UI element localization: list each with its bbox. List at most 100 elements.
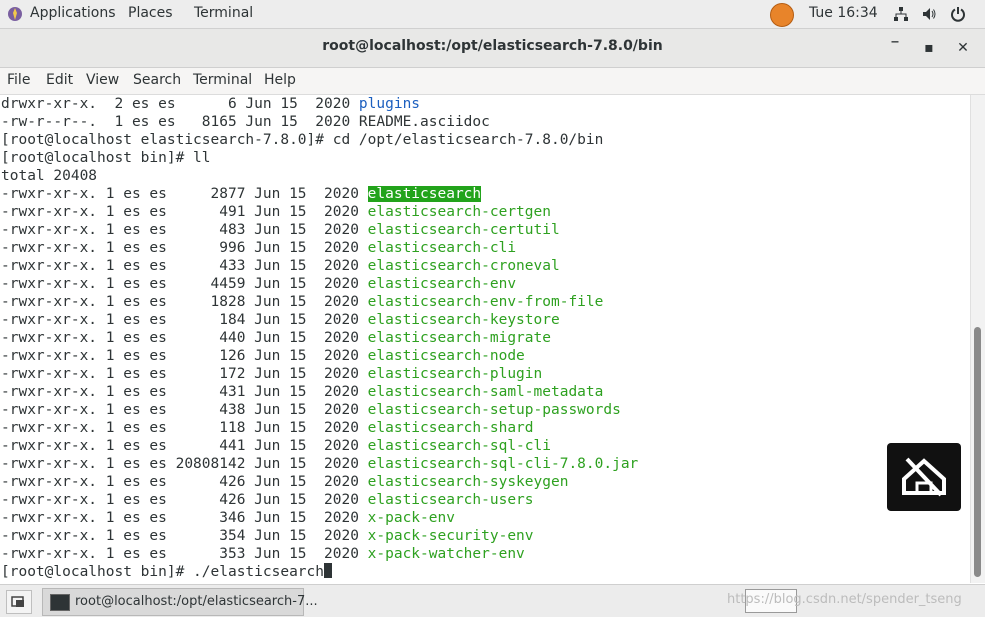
top-panel: Applications Places Terminal Tue 16:34 <box>0 0 985 29</box>
file-name: elasticsearch-migrate <box>367 330 551 346</box>
file-meta: -rwxr-xr-x. 1 es es 172 Jun 15 2020 <box>1 366 368 382</box>
file-row: -rwxr-xr-x. 1 es es 438 Jun 15 2020 elas… <box>1 401 621 419</box>
clock[interactable]: Tue 16:34 <box>809 5 878 21</box>
file-meta: -rwxr-xr-x. 1 es es 426 Jun 15 2020 <box>1 474 368 490</box>
file-meta: -rwxr-xr-x. 1 es es 431 Jun 15 2020 <box>1 384 368 400</box>
taskbar-window-item[interactable]: root@localhost:/opt/elasticsearch-7... <box>42 588 318 616</box>
file-name: elasticsearch-saml-metadata <box>367 384 604 400</box>
file-meta: -rwxr-xr-x. 1 es es 433 Jun 15 2020 <box>1 258 368 274</box>
file-row: -rwxr-xr-x. 1 es es 2877 Jun 15 2020 ela… <box>1 185 482 203</box>
file-meta: -rwxr-xr-x. 1 es es 2877 Jun 15 2020 <box>1 186 368 202</box>
terminal-scrollbar[interactable] <box>970 95 985 583</box>
file-name: x-pack-security-env <box>367 528 534 544</box>
file-name: elasticsearch-sql-cli <box>367 438 551 454</box>
file-name: elasticsearch-node <box>367 348 525 364</box>
terminal-line: total 20408 <box>1 168 98 184</box>
file-row: -rwxr-xr-x. 1 es es 118 Jun 15 2020 elas… <box>1 419 534 437</box>
file-meta: -rwxr-xr-x. 1 es es 438 Jun 15 2020 <box>1 402 368 418</box>
line-text: drwxr-xr-x. 2 es es 6 Jun 15 2020 <box>1 96 359 112</box>
file-meta: -rwxr-xr-x. 1 es es 440 Jun 15 2020 <box>1 330 368 346</box>
places-menu[interactable]: Places <box>128 5 173 21</box>
app-menu-icon[interactable] <box>7 6 23 22</box>
file-row: -rwxr-xr-x. 1 es es 20808142 Jun 15 2020… <box>1 455 638 473</box>
close-button[interactable]: ✕ <box>952 37 974 59</box>
file-row: -rwxr-xr-x. 1 es es 426 Jun 15 2020 elas… <box>1 473 568 491</box>
terminal-line: [root@localhost elasticsearch-7.8.0]# cd… <box>1 132 604 148</box>
menu-search[interactable]: Search <box>133 72 181 88</box>
dir-name: plugins <box>358 96 421 112</box>
window-title: root@localhost:/opt/elasticsearch-7.8.0/… <box>322 38 663 54</box>
file-name: elasticsearch-cli <box>367 240 517 256</box>
file-row: -rwxr-xr-x. 1 es es 426 Jun 15 2020 elas… <box>1 491 534 509</box>
prompt-line: [root@localhost bin]# ./elasticsearch <box>1 563 333 581</box>
terminal-line: -rw-r--r--. 1 es es 8165 Jun 15 2020 REA… <box>1 113 490 131</box>
file-meta: -rwxr-xr-x. 1 es es 20808142 Jun 15 2020 <box>1 456 368 472</box>
file-row: -rwxr-xr-x. 1 es es 441 Jun 15 2020 elas… <box>1 437 551 455</box>
file-name: README.asciidoc <box>358 114 490 130</box>
file-meta: -rwxr-xr-x. 1 es es 354 Jun 15 2020 <box>1 528 368 544</box>
file-row: -rwxr-xr-x. 1 es es 431 Jun 15 2020 elas… <box>1 383 603 401</box>
terminal-output[interactable]: drwxr-xr-x. 2 es es 6 Jun 15 2020 plugin… <box>0 95 970 583</box>
file-meta: -rwxr-xr-x. 1 es es 353 Jun 15 2020 <box>1 546 368 562</box>
file-name: x-pack-env <box>367 510 455 526</box>
file-row: -rwxr-xr-x. 1 es es 172 Jun 15 2020 elas… <box>1 365 542 383</box>
file-meta: -rwxr-xr-x. 1 es es 441 Jun 15 2020 <box>1 438 368 454</box>
file-row: -rwxr-xr-x. 1 es es 353 Jun 15 2020 x-pa… <box>1 545 525 563</box>
file-row: -rwxr-xr-x. 1 es es 346 Jun 15 2020 x-pa… <box>1 509 455 527</box>
file-name: elasticsearch-sql-cli-7.8.0.jar <box>367 456 639 472</box>
file-meta: -rwxr-xr-x. 1 es es 491 Jun 15 2020 <box>1 204 368 220</box>
show-desktop-button[interactable] <box>6 590 32 614</box>
terminal-line: [root@localhost bin]# ll <box>1 150 211 166</box>
file-meta: -rwxr-xr-x. 1 es es 426 Jun 15 2020 <box>1 492 368 508</box>
menu-bar: File Edit View Search Terminal Help <box>0 68 985 95</box>
network-icon[interactable] <box>893 6 909 22</box>
power-icon[interactable] <box>950 6 966 22</box>
file-meta: -rwxr-xr-x. 1 es es 1828 Jun 15 2020 <box>1 294 368 310</box>
file-name: elasticsearch-keystore <box>367 312 560 328</box>
file-row: -rwxr-xr-x. 1 es es 184 Jun 15 2020 elas… <box>1 311 560 329</box>
menu-file[interactable]: File <box>7 72 30 88</box>
scrollbar-thumb[interactable] <box>974 327 981 577</box>
file-name: elasticsearch-env <box>367 276 517 292</box>
bottom-taskbar: root@localhost:/opt/elasticsearch-7... h… <box>0 584 985 617</box>
file-meta: -rwxr-xr-x. 1 es es 184 Jun 15 2020 <box>1 312 368 328</box>
applications-menu[interactable]: Applications <box>30 5 116 21</box>
file-name: elasticsearch-plugin <box>367 366 543 382</box>
volume-icon[interactable] <box>921 6 937 22</box>
file-name: elasticsearch-croneval <box>367 258 560 274</box>
file-row: -rwxr-xr-x. 1 es es 483 Jun 15 2020 elas… <box>1 221 560 239</box>
file-row: -rwxr-xr-x. 1 es es 354 Jun 15 2020 x-pa… <box>1 527 534 545</box>
file-row: -rwxr-xr-x. 1 es es 440 Jun 15 2020 elas… <box>1 329 551 347</box>
maximize-button[interactable]: ▪ <box>918 37 940 59</box>
prompt-text: [root@localhost bin]# ./elasticsearch <box>1 564 325 580</box>
menu-help[interactable]: Help <box>264 72 296 88</box>
file-name: elasticsearch-syskeygen <box>367 474 569 490</box>
file-name: x-pack-watcher-env <box>367 546 525 562</box>
broken-home-icon <box>902 457 946 497</box>
minimize-button[interactable]: ‾ <box>884 37 906 59</box>
file-name: elasticsearch <box>367 186 482 202</box>
file-name: elasticsearch-shard <box>367 420 534 436</box>
file-meta: -rwxr-xr-x. 1 es es 483 Jun 15 2020 <box>1 222 368 238</box>
file-row: -rwxr-xr-x. 1 es es 433 Jun 15 2020 elas… <box>1 257 560 275</box>
file-meta: -rwxr-xr-x. 1 es es 4459 Jun 15 2020 <box>1 276 368 292</box>
taskbar-item-label: root@localhost:/opt/elasticsearch-7... <box>75 594 318 609</box>
watermark-text: https://blog.csdn.net/spender_tseng <box>727 592 962 607</box>
terminal-icon <box>50 594 70 611</box>
menu-terminal[interactable]: Terminal <box>193 72 252 88</box>
line-text: -rw-r--r--. 1 es es 8165 Jun 15 2020 <box>1 114 359 130</box>
hot-icon[interactable] <box>770 3 794 27</box>
file-name: elasticsearch-users <box>367 492 534 508</box>
menu-edit[interactable]: Edit <box>46 72 73 88</box>
file-row: -rwxr-xr-x. 1 es es 126 Jun 15 2020 elas… <box>1 347 525 365</box>
terminal-app-menu[interactable]: Terminal <box>194 5 253 21</box>
menu-view[interactable]: View <box>86 72 119 88</box>
window-titlebar[interactable]: root@localhost:/opt/elasticsearch-7.8.0/… <box>0 29 985 68</box>
floating-overlay-button[interactable] <box>887 443 961 511</box>
file-row: -rwxr-xr-x. 1 es es 491 Jun 15 2020 elas… <box>1 203 551 221</box>
file-row: -rwxr-xr-x. 1 es es 1828 Jun 15 2020 ela… <box>1 293 603 311</box>
file-meta: -rwxr-xr-x. 1 es es 346 Jun 15 2020 <box>1 510 368 526</box>
file-meta: -rwxr-xr-x. 1 es es 996 Jun 15 2020 <box>1 240 368 256</box>
file-row: -rwxr-xr-x. 1 es es 4459 Jun 15 2020 ela… <box>1 275 516 293</box>
file-meta: -rwxr-xr-x. 1 es es 126 Jun 15 2020 <box>1 348 368 364</box>
